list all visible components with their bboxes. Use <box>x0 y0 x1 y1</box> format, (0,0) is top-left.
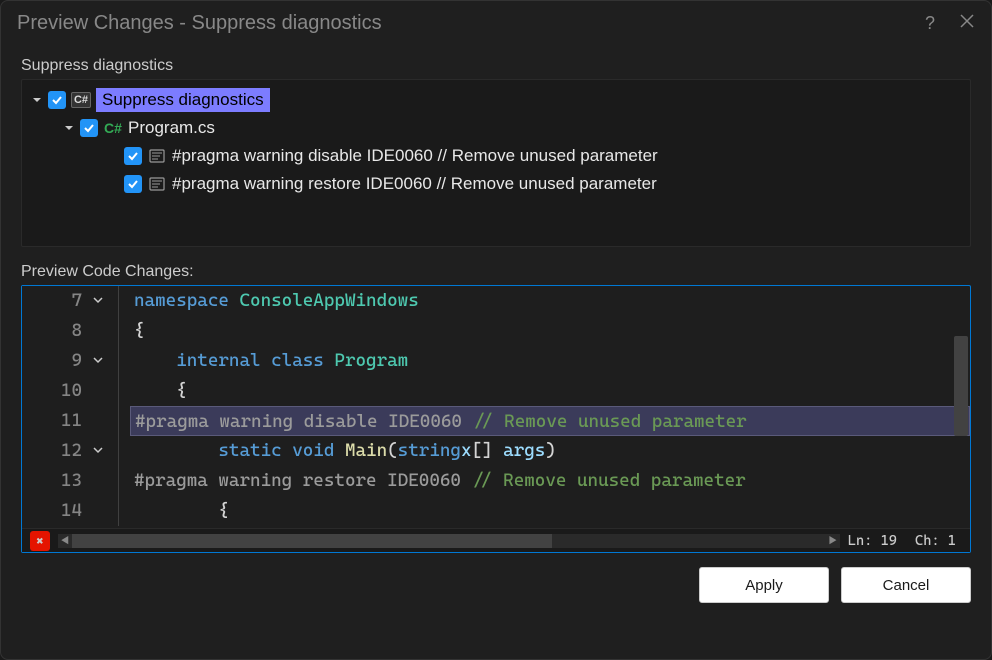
horizontal-scrollbar[interactable]: ◀ ▶ <box>58 534 840 548</box>
tree-root-label: Suppress diagnostics <box>96 88 270 112</box>
preview-changes-dialog: Preview Changes - Suppress diagnostics ?… <box>0 0 992 660</box>
tree-change-label: #pragma warning restore IDE0060 // Remov… <box>172 174 657 194</box>
tree-file-label: Program.cs <box>128 118 215 138</box>
scroll-right-icon[interactable]: ▶ <box>826 534 840 548</box>
code-line: { <box>130 316 970 346</box>
code-preview-panel: 7891011121314 namespace ConsoleAppWindow… <box>21 285 971 553</box>
cursor-position: Ln: 19 Ch: 1 <box>848 533 962 549</box>
checkbox[interactable] <box>80 119 98 137</box>
dialog-buttons: Apply Cancel <box>1 553 991 619</box>
expander-icon[interactable] <box>30 93 44 107</box>
checkbox[interactable] <box>48 91 66 109</box>
code-change-icon <box>146 174 168 194</box>
line-gutter: 7891011121314 <box>22 286 130 528</box>
code-line: { <box>130 376 970 406</box>
code-line: #pragma warning restore IDE0060 // Remov… <box>130 466 970 496</box>
tree-file[interactable]: C# Program.cs <box>26 114 966 142</box>
tree-change-label: #pragma warning disable IDE0060 // Remov… <box>172 146 658 166</box>
column-indicator: Ch: 1 <box>915 533 956 549</box>
changes-tree[interactable]: C# Suppress diagnostics C# Program.cs #p… <box>21 79 971 247</box>
editor-statusbar: ✖ ◀ ▶ Ln: 19 Ch: 1 <box>22 528 970 552</box>
apply-button[interactable]: Apply <box>699 567 829 603</box>
scroll-left-icon[interactable]: ◀ <box>58 534 72 548</box>
code-area[interactable]: 7891011121314 namespace ConsoleAppWindow… <box>22 286 970 528</box>
code-line: #pragma warning disable IDE0060 // Remov… <box>130 406 970 436</box>
tree-change-item[interactable]: #pragma warning disable IDE0060 // Remov… <box>26 142 966 170</box>
checkbox[interactable] <box>124 147 142 165</box>
help-icon[interactable]: ? <box>925 13 935 34</box>
preview-section-label: Preview Code Changes: <box>1 255 991 285</box>
dialog-title: Preview Changes - Suppress diagnostics <box>17 12 382 35</box>
error-indicator-icon[interactable]: ✖ <box>30 531 50 551</box>
cancel-button[interactable]: Cancel <box>841 567 971 603</box>
scrollbar-thumb[interactable] <box>72 534 552 548</box>
csharp-icon: C# <box>70 90 92 110</box>
code-line: internal class Program <box>130 346 970 376</box>
titlebar-controls: ? <box>925 13 975 34</box>
vertical-scrollbar[interactable] <box>954 336 968 436</box>
line-indicator: Ln: 19 <box>848 533 897 549</box>
code-line: namespace ConsoleAppWindows <box>130 286 970 316</box>
code-line: { <box>130 496 970 526</box>
close-icon[interactable] <box>959 13 975 34</box>
tree-change-item[interactable]: #pragma warning restore IDE0060 // Remov… <box>26 170 966 198</box>
csharp-file-icon: C# <box>102 118 124 138</box>
expander-icon[interactable] <box>62 121 76 135</box>
code-lines: namespace ConsoleAppWindows{ internal cl… <box>130 286 970 528</box>
tree-root[interactable]: C# Suppress diagnostics <box>26 86 966 114</box>
titlebar: Preview Changes - Suppress diagnostics ? <box>1 1 991 49</box>
code-line: static void Main(stringx[] args) <box>130 436 970 466</box>
checkbox[interactable] <box>124 175 142 193</box>
tree-section-label: Suppress diagnostics <box>1 49 991 79</box>
code-change-icon <box>146 146 168 166</box>
